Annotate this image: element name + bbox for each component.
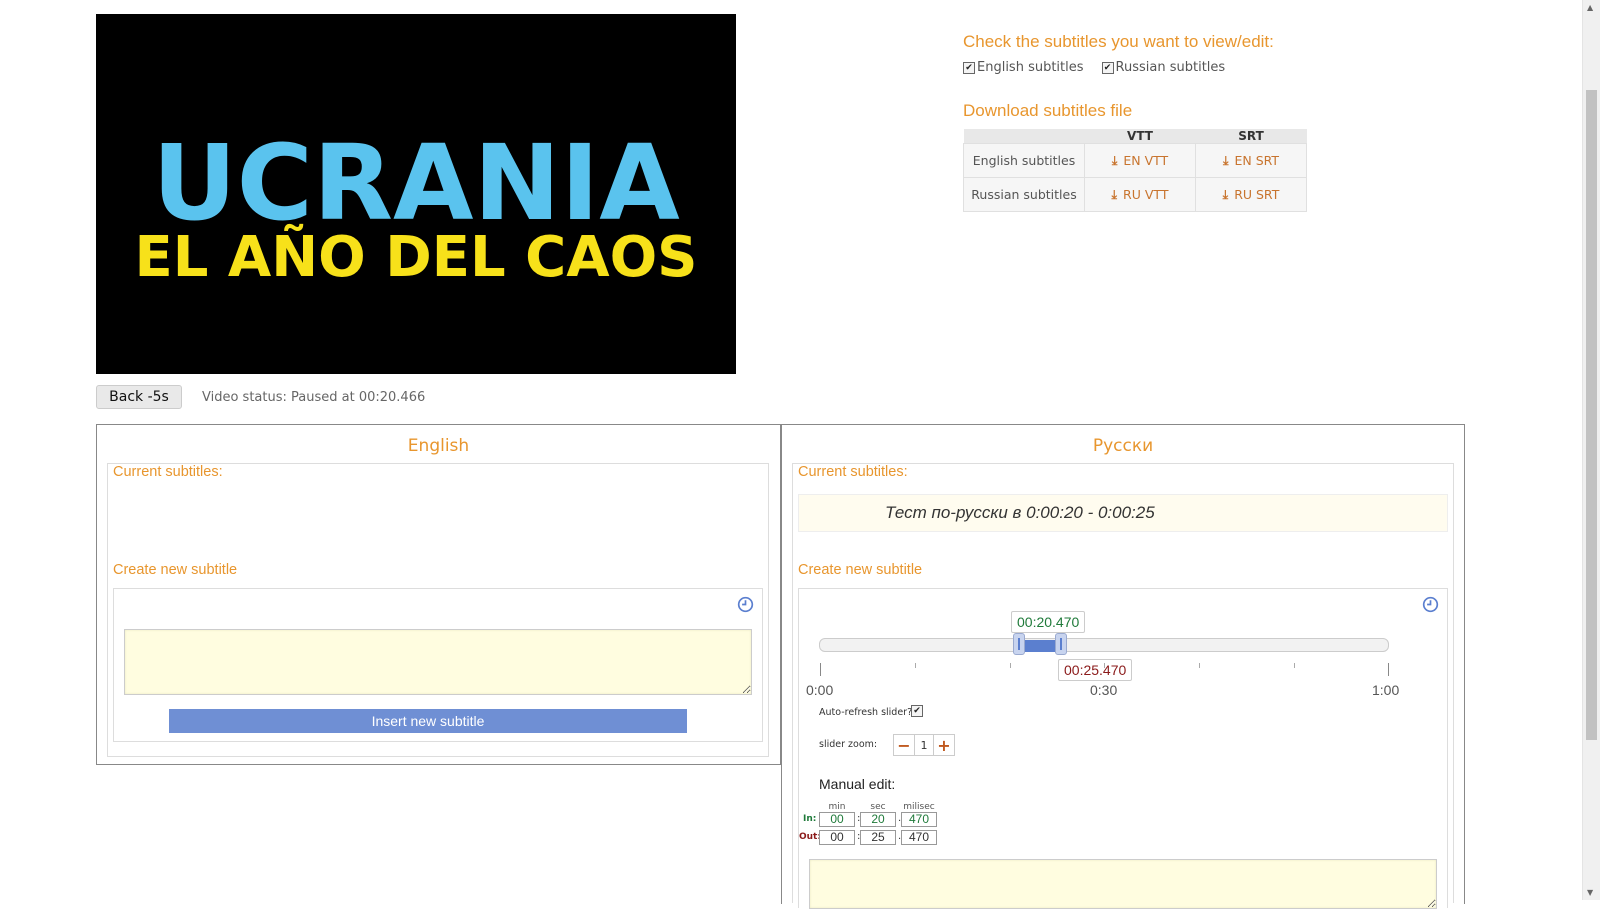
- scroll-down-icon[interactable]: ▼: [1587, 888, 1593, 897]
- zoom-in-icon[interactable]: +: [934, 735, 954, 755]
- slider-tick-label: 1:00: [1372, 682, 1400, 698]
- slider-zoom-label: slider zoom:: [819, 739, 878, 750]
- slider-tick: [1010, 663, 1011, 668]
- english-panel-title: English: [407, 436, 470, 456]
- download-row-label: English subtitles: [963, 143, 1085, 178]
- english-current-label: Current subtitles:: [113, 464, 223, 480]
- slider-tick-label: 0:00: [806, 682, 834, 698]
- back-5s-button[interactable]: Back -5s: [96, 385, 182, 409]
- download-table: VTT SRT English subtitles ⤓ EN VTT ⤓ EN SR…: [963, 129, 1307, 212]
- download-row-label: Russian subtitles: [963, 177, 1085, 212]
- russian-checkbox-box[interactable]: ✔: [1101, 61, 1114, 74]
- auto-refresh-checkbox[interactable]: ✔: [911, 705, 923, 717]
- insert-subtitle-button[interactable]: Insert new subtitle: [169, 709, 687, 733]
- video-controls: Back -5s Video status: Paused at 00:20.4…: [96, 385, 425, 409]
- video-status: Video status: Paused at 00:20.466: [202, 389, 426, 405]
- download-header-vtt: VTT: [1084, 129, 1196, 144]
- slider-out-handle[interactable]: [1055, 633, 1067, 655]
- manual-edit-title: Manual edit:: [819, 776, 896, 792]
- russian-current-subtitle: Тест по-русски в 0:00:20 - 0:00:25: [798, 494, 1448, 532]
- english-checkbox[interactable]: ✔ English subtitles: [963, 60, 1084, 75]
- english-create-box: Insert new subtitle: [113, 588, 763, 742]
- download-icon: ⤓: [1111, 186, 1118, 202]
- slider-tick: [915, 663, 916, 668]
- out-sec-field[interactable]: 25: [860, 830, 896, 845]
- download-en-vtt-text[interactable]: EN VTT: [1123, 153, 1168, 168]
- russian-create-label: Create new subtitle: [798, 562, 923, 578]
- scrollbar-thumb[interactable]: [1586, 90, 1597, 740]
- page-scrollbar[interactable]: ▲ ▼: [1582, 0, 1600, 900]
- download-en-vtt-link[interactable]: ⤓ EN VTT: [1084, 143, 1196, 178]
- slider-tick: [1199, 663, 1200, 668]
- video-player[interactable]: UCRANIA EL AÑO DEL CAOS: [96, 14, 736, 374]
- subtitle-checkboxes: ✔ English subtitles ✔ Russian subtitles: [963, 60, 1323, 75]
- check-heading: Check the subtitles you want to view/edi…: [963, 32, 1274, 51]
- download-row-russian: Russian subtitles ⤓ RU VTT ⤓ RU SRT: [963, 177, 1307, 212]
- slider-zoom-stepper: − 1 +: [893, 734, 955, 756]
- russian-panel-title: Русски: [1092, 436, 1154, 456]
- out-milisec-field[interactable]: 470: [901, 830, 937, 845]
- in-min-field[interactable]: 00: [819, 812, 855, 827]
- download-ru-srt-text[interactable]: RU SRT: [1234, 187, 1279, 202]
- russian-panel: Русски Current subtitles: Тест по-русски…: [781, 424, 1465, 909]
- download-icon: ⤓: [1111, 152, 1118, 168]
- download-icon: ⤓: [1222, 186, 1229, 202]
- slider-tick-label: 0:30: [1090, 682, 1118, 698]
- slider-tick: [820, 663, 821, 676]
- russian-subtitle-textarea[interactable]: [809, 859, 1437, 909]
- in-milisec-field[interactable]: 470: [901, 812, 937, 827]
- download-header-srt: SRT: [1195, 129, 1307, 144]
- download-ru-vtt-text[interactable]: RU VTT: [1123, 187, 1168, 202]
- scroll-up-icon[interactable]: ▲: [1587, 3, 1593, 12]
- slider-tick: [1104, 663, 1105, 668]
- russian-inner: Current subtitles: Тест по-русски в 0:00…: [792, 463, 1454, 909]
- slider-out-tooltip: 00:25.470: [1058, 659, 1133, 681]
- slider-in-handle[interactable]: [1013, 633, 1025, 655]
- manual-header-min: min: [828, 802, 846, 812]
- manual-in-label: In:: [803, 814, 817, 824]
- english-subtitle-textarea[interactable]: [124, 629, 752, 695]
- out-min-field[interactable]: 00: [819, 830, 855, 845]
- video-title-line2: EL AÑO DEL CAOS: [134, 225, 697, 290]
- russian-create-box: 00:20.470 00:25.470 0:00 0:30 1:00 Auto-…: [798, 588, 1448, 909]
- download-header-empty: [963, 129, 1085, 144]
- slider-track[interactable]: [819, 638, 1389, 652]
- russian-current-label: Current subtitles:: [798, 464, 908, 480]
- subtitle-options: Check the subtitles you want to view/edi…: [963, 32, 1323, 212]
- download-en-srt-link[interactable]: ⤓ EN SRT: [1195, 143, 1307, 178]
- zoom-value: 1: [914, 735, 934, 755]
- english-checkbox-label: English subtitles: [977, 60, 1084, 75]
- download-row-english: English subtitles ⤓ EN VTT ⤓ EN SRT: [963, 143, 1307, 178]
- manual-out-label: Out:: [799, 832, 821, 842]
- manual-header-sec: sec: [870, 802, 886, 812]
- english-panel: English Current subtitles: Create new su…: [96, 424, 781, 765]
- download-heading: Download subtitles file: [963, 101, 1133, 120]
- video-frame: UCRANIA EL AÑO DEL CAOS: [134, 122, 697, 290]
- clock-icon[interactable]: [737, 596, 754, 613]
- slider-tick: [1294, 663, 1295, 668]
- auto-refresh-label: Auto-refresh slider?: [819, 707, 913, 718]
- download-ru-srt-link[interactable]: ⤓ RU SRT: [1195, 177, 1307, 212]
- english-inner: Current subtitles: Create new subtitle I…: [107, 463, 769, 757]
- english-create-label: Create new subtitle: [113, 562, 238, 578]
- download-en-srt-text[interactable]: EN SRT: [1234, 153, 1279, 168]
- in-sec-field[interactable]: 20: [860, 812, 896, 827]
- download-ru-vtt-link[interactable]: ⤓ RU VTT: [1084, 177, 1196, 212]
- download-icon: ⤓: [1222, 152, 1229, 168]
- manual-header-milisec: milisec: [903, 802, 935, 812]
- slider-tick: [1388, 663, 1389, 676]
- russian-checkbox[interactable]: ✔ Russian subtitles: [1101, 60, 1226, 75]
- zoom-out-icon[interactable]: −: [894, 735, 914, 755]
- russian-checkbox-label: Russian subtitles: [1115, 60, 1226, 75]
- english-checkbox-box[interactable]: ✔: [963, 61, 975, 74]
- slider-in-tooltip: 00:20.470: [1011, 611, 1086, 633]
